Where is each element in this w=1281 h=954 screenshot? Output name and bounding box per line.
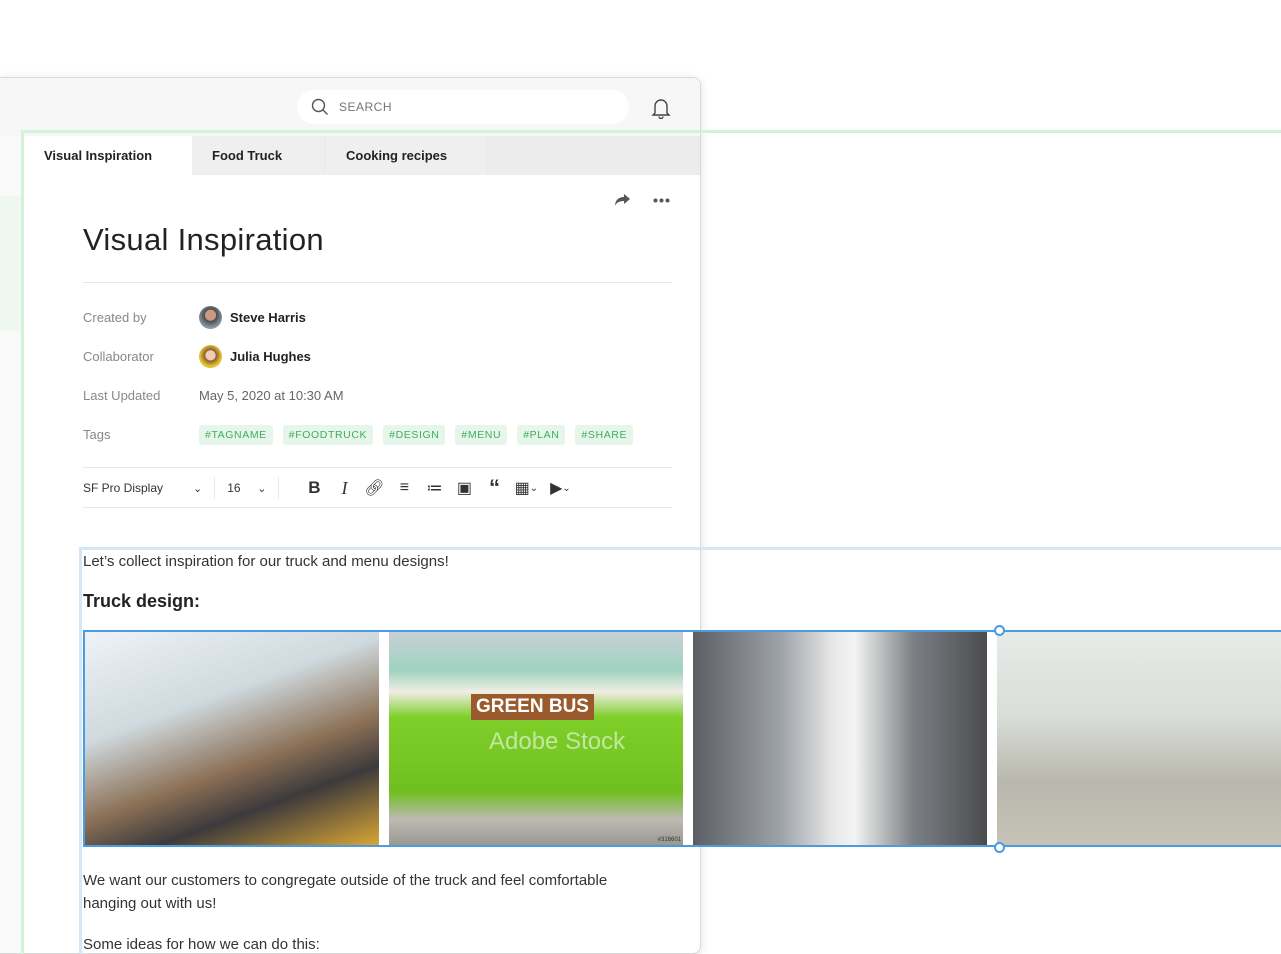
avatar <box>199 345 222 368</box>
body-paragraph-2[interactable]: Some ideas for how we can do this: <box>83 936 320 954</box>
search-input[interactable] <box>339 100 599 114</box>
tag[interactable]: #PLAN <box>517 425 566 445</box>
tags-label: Tags <box>83 427 111 442</box>
font-size-select[interactable]: 16 <box>227 481 257 495</box>
sidebar-active-item[interactable] <box>0 196 24 331</box>
page-title: Visual Inspiration <box>83 222 324 257</box>
search-icon <box>311 98 328 115</box>
divider <box>83 467 672 468</box>
top-bar <box>0 78 700 136</box>
bullet-list-icon[interactable]: ≡ <box>389 474 419 502</box>
collaborator-label: Collaborator <box>83 349 154 364</box>
image-id: #316601 <box>657 837 681 843</box>
creator[interactable]: Steve Harris <box>199 306 306 329</box>
divider <box>83 507 672 508</box>
image-gallery[interactable]: GREEN BUS Adobe Stock #316601 <box>83 630 1281 847</box>
bus-sign: GREEN BUS <box>471 694 594 720</box>
quote-icon[interactable]: “ <box>479 474 509 502</box>
chevron-down-icon[interactable]: ⌄ <box>257 482 266 495</box>
editor-toolbar: SF Pro Display ⌄ 16 ⌄ B I 🔗︎ ≡ ≔ ▣ “ ▦ ⌄ … <box>83 474 672 502</box>
search-box[interactable] <box>297 90 629 124</box>
tag[interactable]: #TAGNAME <box>199 425 273 445</box>
image-smiling-chef[interactable] <box>693 632 987 845</box>
font-select[interactable]: SF Pro Display <box>83 481 193 495</box>
image-icon[interactable]: ▣ <box>449 474 479 502</box>
more-icon[interactable] <box>653 198 670 203</box>
sidebar <box>0 136 24 953</box>
image-couple-setting-up[interactable] <box>997 632 1281 845</box>
share-icon[interactable] <box>614 193 631 207</box>
avatar <box>199 306 222 329</box>
tag-list: #TAGNAME #FOODTRUCK #DESIGN #MENU #PLAN … <box>199 425 634 445</box>
numbered-list-icon[interactable]: ≔ <box>419 474 449 502</box>
tab-visual-inspiration[interactable]: Visual Inspiration <box>24 136 192 175</box>
link-icon[interactable]: 🔗︎ <box>359 474 389 502</box>
watermark: Adobe Stock <box>489 728 626 755</box>
last-updated-value: May 5, 2020 at 10:30 AM <box>199 388 344 403</box>
chevron-down-icon[interactable]: ⌄ <box>193 482 202 495</box>
created-by-label: Created by <box>83 310 147 325</box>
collaborator[interactable]: Julia Hughes <box>199 345 311 368</box>
divider <box>83 282 672 283</box>
intro-text[interactable]: Let’s collect inspiration for our truck … <box>83 550 449 573</box>
bell-icon[interactable] <box>651 97 671 119</box>
creator-name: Steve Harris <box>230 310 306 325</box>
italic-icon[interactable]: I <box>329 474 359 502</box>
tag[interactable]: #FOODTRUCK <box>282 425 374 445</box>
resize-handle-top[interactable] <box>994 625 1005 636</box>
collaborator-name: Julia Hughes <box>230 349 311 364</box>
body-paragraph[interactable]: We want our customers to congregate outs… <box>83 869 663 915</box>
image-green-bus[interactable]: GREEN BUS Adobe Stock #316601 <box>389 632 683 845</box>
resize-handle-bottom[interactable] <box>994 842 1005 853</box>
tag[interactable]: #MENU <box>455 425 508 445</box>
last-updated-label: Last Updated <box>83 388 161 403</box>
bold-icon[interactable]: B <box>299 474 329 502</box>
image-friends-at-food-truck[interactable] <box>85 632 379 845</box>
tab-food-truck[interactable]: Food Truck <box>192 136 324 175</box>
tag[interactable]: #DESIGN <box>383 425 446 445</box>
tab-bar: Visual Inspiration Food Truck Cooking re… <box>24 136 700 175</box>
section-heading[interactable]: Truck design: <box>83 591 200 612</box>
tab-cooking-recipes[interactable]: Cooking recipes <box>326 136 486 175</box>
tag[interactable]: #SHARE <box>575 425 634 445</box>
video-icon[interactable]: ▶ ⌄ <box>543 474 577 502</box>
table-icon[interactable]: ▦ ⌄ <box>509 474 543 502</box>
